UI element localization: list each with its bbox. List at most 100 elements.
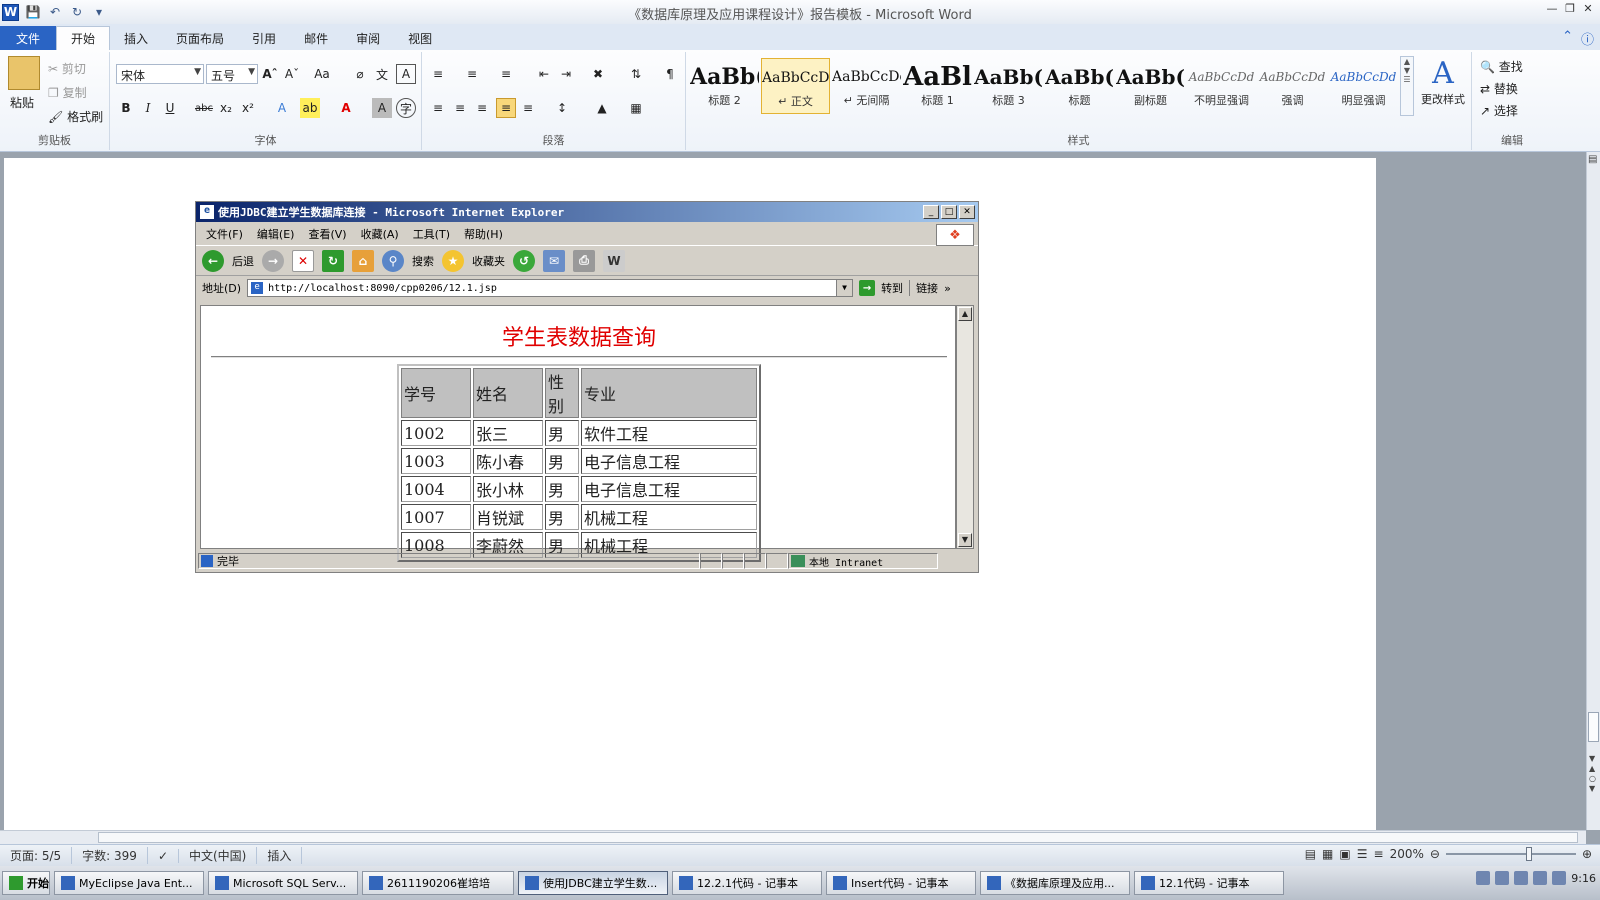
tray-app-icon[interactable] xyxy=(1552,871,1567,885)
minimize-ribbon-icon[interactable]: ⌃ xyxy=(1562,29,1573,48)
zoom-out-icon[interactable]: ⊖ xyxy=(1430,847,1440,861)
styles-scroll[interactable]: ▲ ▼ ☰ xyxy=(1400,56,1414,116)
taskbar-item[interactable]: 12.2.1代码 - 记事本 xyxy=(672,871,822,895)
star-icon[interactable]: ★ xyxy=(442,249,464,272)
enclose-char-icon[interactable]: 字 xyxy=(396,98,416,118)
show-marks-icon[interactable]: ¶ xyxy=(660,64,680,84)
find-button[interactable]: 🔍 查找 xyxy=(1480,58,1523,75)
taskbar-item[interactable]: Microsoft SQL Serv... xyxy=(208,871,358,895)
favorites-label[interactable]: 收藏夹 xyxy=(472,253,505,269)
font-color-icon[interactable]: A xyxy=(336,98,356,118)
justify-icon[interactable]: ≡ xyxy=(496,98,516,118)
cut-button[interactable]: ✂ 剪切 xyxy=(48,60,86,77)
restore-icon[interactable]: ❐ xyxy=(1562,2,1578,18)
print-layout-icon[interactable]: ▤ xyxy=(1305,847,1316,861)
zoom-level[interactable]: 200% xyxy=(1390,847,1424,861)
print-icon[interactable]: ⎙ xyxy=(573,249,595,272)
word-edit-icon[interactable]: W xyxy=(603,249,625,272)
decrease-indent-icon[interactable]: ⇤ xyxy=(534,64,554,84)
forward-icon[interactable]: → xyxy=(262,249,284,272)
ruler-toggle-icon[interactable]: ▤ xyxy=(1588,154,1597,165)
replace-button[interactable]: ⇄ 替换 xyxy=(1480,80,1518,97)
bold-icon[interactable]: B xyxy=(116,98,136,118)
taskbar-item[interactable]: MyEclipse Java Ent... xyxy=(54,871,204,895)
refresh-icon[interactable]: ↻ xyxy=(322,249,344,272)
style-item[interactable]: AaBb(标题 2 xyxy=(690,58,759,114)
page-count[interactable]: 页面: 5/5 xyxy=(0,847,73,864)
numbering-icon[interactable]: ≡ xyxy=(462,64,482,84)
change-case-icon[interactable]: Aa xyxy=(312,64,332,84)
ie-menu-edit[interactable]: 编辑(E) xyxy=(257,226,295,242)
double-chevron-icon[interactable]: » xyxy=(944,282,951,295)
back-label[interactable]: 后退 xyxy=(232,253,254,269)
highlight-icon[interactable]: ab xyxy=(300,98,320,118)
zoom-slider[interactable] xyxy=(1445,847,1576,861)
char-shading-icon[interactable]: A xyxy=(372,98,392,118)
stop-icon[interactable]: ✕ xyxy=(292,249,314,272)
ie-menu-help[interactable]: 帮助(H) xyxy=(464,226,503,242)
document-horizontal-scrollbar[interactable] xyxy=(0,830,1586,844)
increase-indent-icon[interactable]: ⇥ xyxy=(556,64,576,84)
clock[interactable]: 9:16 xyxy=(1571,872,1596,885)
ie-close-icon[interactable]: ✕ xyxy=(959,205,975,219)
style-item[interactable]: AaBbCcDc ↵ 无间隔 xyxy=(832,58,901,114)
style-item[interactable]: AaBbCcDc ↵ 正文 xyxy=(761,58,830,114)
style-item[interactable]: AaBb(副标题 xyxy=(1116,58,1185,114)
tab-review[interactable]: 审阅 xyxy=(342,26,394,50)
paste-button[interactable]: 粘贴 xyxy=(10,94,34,111)
scroll-down-icon[interactable]: ▼ xyxy=(958,533,972,547)
select-button[interactable]: ↗ 选择 xyxy=(1480,102,1518,119)
search-icon[interactable]: ⚲ xyxy=(382,249,404,272)
chinese-layout-icon[interactable]: ✖ xyxy=(588,64,608,84)
style-item[interactable]: AaBb(标题 xyxy=(1045,58,1114,114)
tab-references[interactable]: 引用 xyxy=(238,26,290,50)
italic-icon[interactable]: I xyxy=(138,98,158,118)
proofing-icon[interactable]: ✓ xyxy=(148,848,179,863)
tab-page-layout[interactable]: 页面布局 xyxy=(162,26,238,50)
distribute-icon[interactable]: ≡ xyxy=(518,98,538,118)
multilevel-list-icon[interactable]: ≡ xyxy=(496,64,516,84)
zoom-in-icon[interactable]: ⊕ xyxy=(1582,847,1592,861)
draft-icon[interactable]: ≡ xyxy=(1374,847,1384,861)
home-icon[interactable]: ⌂ xyxy=(352,249,374,272)
superscript-icon[interactable]: x² xyxy=(238,98,258,118)
font-name-combo[interactable]: 宋体 ▼ xyxy=(116,64,204,84)
grow-font-icon[interactable]: Aˆ xyxy=(260,64,280,84)
document-vertical-scrollbar[interactable]: ▤ ▼ ▲ ○ ▼ xyxy=(1586,152,1600,830)
zoom-thumb[interactable] xyxy=(1525,847,1532,861)
tab-home[interactable]: 开始 xyxy=(56,26,111,50)
close-icon[interactable]: ✕ xyxy=(1580,2,1596,18)
insert-mode[interactable]: 插入 xyxy=(257,847,303,864)
clear-format-icon[interactable]: ⌀ xyxy=(350,64,370,84)
scroll-thumb[interactable] xyxy=(1588,712,1599,742)
style-item[interactable]: AaBbCcDd 不明显强调 xyxy=(1187,58,1256,114)
shrink-font-icon[interactable]: Aˇ xyxy=(282,64,302,84)
go-button[interactable]: 转到 xyxy=(881,280,903,296)
style-item[interactable]: AaBbCcDd 强调 xyxy=(1258,58,1327,114)
taskbar-item[interactable]: 《数据库原理及应用... xyxy=(980,871,1130,895)
mail-icon[interactable]: ✉ xyxy=(543,249,565,272)
document-area[interactable]: e 使用JDBC建立学生数据库连接 - Microsoft Internet E… xyxy=(0,152,1586,830)
subscript-icon[interactable]: x₂ xyxy=(216,98,236,118)
ie-menu-file[interactable]: 文件(F) xyxy=(206,226,243,242)
chevron-down-icon[interactable]: ▼ xyxy=(836,280,853,296)
copy-button[interactable]: ❐ 复制 xyxy=(48,84,87,101)
font-size-combo[interactable]: 五号 ▼ xyxy=(206,64,258,84)
phonetic-icon[interactable]: 文 xyxy=(372,64,392,84)
start-button[interactable]: 开始 xyxy=(2,871,50,895)
links-button[interactable]: 链接 xyxy=(909,280,938,296)
strikethrough-icon[interactable]: abc xyxy=(194,98,214,118)
tab-mailings[interactable]: 邮件 xyxy=(290,26,342,50)
char-border-icon[interactable]: A xyxy=(396,64,416,84)
borders-icon[interactable]: ▦ xyxy=(626,98,646,118)
help-icon[interactable]: ⓘ xyxy=(1581,29,1594,48)
tab-view[interactable]: 视图 xyxy=(394,26,446,50)
align-right-icon[interactable]: ≡ xyxy=(472,98,492,118)
align-center-icon[interactable]: ≡ xyxy=(450,98,470,118)
ie-menu-tools[interactable]: 工具(T) xyxy=(413,226,450,242)
taskbar-item[interactable]: 2611190206崔培培 xyxy=(362,871,514,895)
format-painter-button[interactable]: 🖌 格式刷 xyxy=(48,108,103,125)
history-icon[interactable]: ↺ xyxy=(513,249,535,272)
back-icon[interactable]: ← xyxy=(202,249,224,272)
go-icon[interactable]: → xyxy=(859,280,876,296)
